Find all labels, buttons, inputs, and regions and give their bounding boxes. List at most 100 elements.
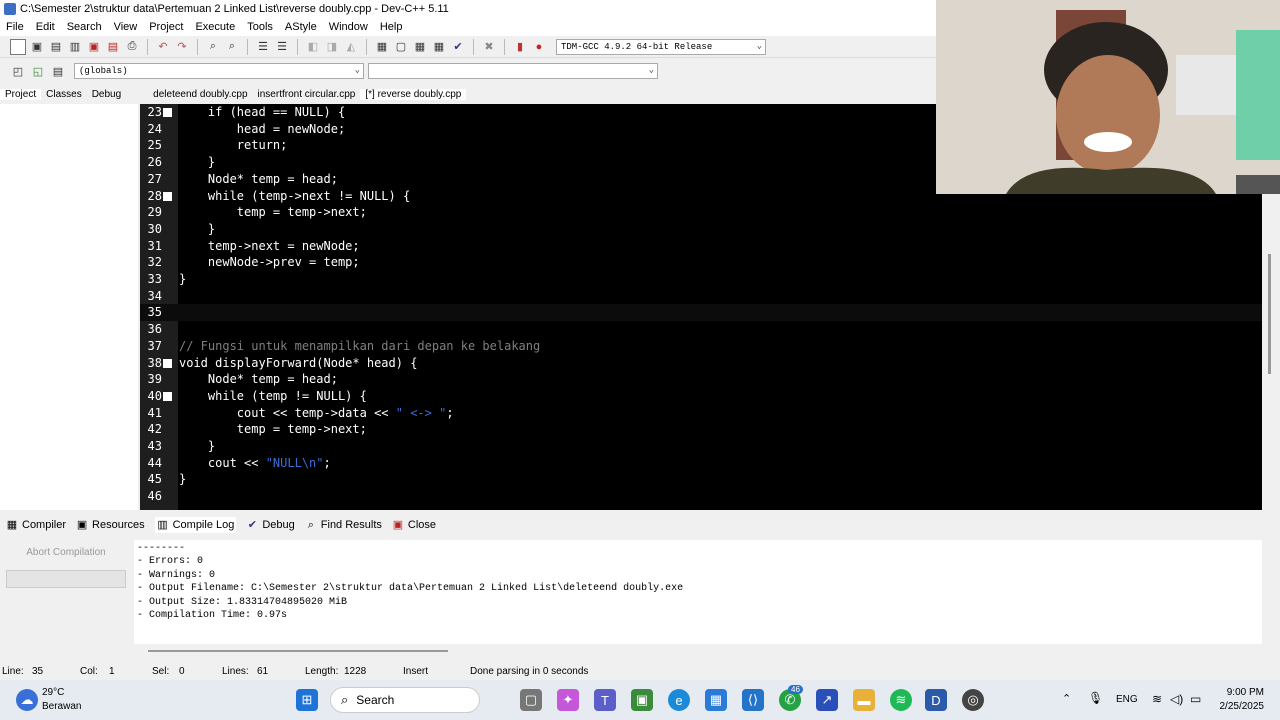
syntax-check-icon[interactable]: ✔	[450, 39, 466, 55]
spotify-icon[interactable]: ≋	[890, 689, 912, 711]
editor-scrollbar[interactable]	[1262, 194, 1280, 510]
code-line[interactable]: 44 cout << "NULL\n";	[140, 455, 1262, 472]
class-browser-icon[interactable]: ▤	[50, 63, 66, 79]
file-tab-insertfront[interactable]: insertfront circular.cpp	[253, 89, 361, 100]
code-line[interactable]: 35	[140, 304, 1262, 322]
fold-toggle-icon[interactable]	[163, 391, 172, 401]
log-horizontal-scrollbar[interactable]	[134, 646, 1262, 656]
tab-find-results[interactable]: ⌕ Find Results	[305, 519, 382, 531]
save-all-icon[interactable]: ▥	[67, 39, 83, 55]
menu-project[interactable]: Project	[143, 21, 189, 33]
code-line[interactable]: 30 }	[140, 221, 1262, 238]
code-line[interactable]: 36	[140, 321, 1262, 338]
bookmark-prev-icon[interactable]: ◧	[305, 39, 321, 55]
copilot-icon[interactable]: ✦	[557, 689, 579, 711]
code-line[interactable]: 34	[140, 288, 1262, 305]
store-icon[interactable]: ▦	[705, 689, 727, 711]
menu-search[interactable]: Search	[61, 21, 108, 33]
tab-compile-log[interactable]: ▥ Compile Log	[154, 517, 237, 533]
redo-icon[interactable]: ↷	[174, 39, 190, 55]
goto-declaration-icon[interactable]: ◰	[10, 63, 26, 79]
code-line[interactable]: 41 cout << temp->data << " <-> ";	[140, 405, 1262, 422]
fold-toggle-icon[interactable]	[163, 108, 172, 117]
fold-toggle-icon[interactable]	[163, 358, 172, 368]
tab-debug[interactable]: Debug	[87, 89, 126, 100]
tab-debug-bottom[interactable]: ✔ Debug	[246, 519, 295, 531]
menu-file[interactable]: File	[0, 21, 30, 33]
clock-date[interactable]: 2/25/2025	[1212, 701, 1265, 712]
tab-compiler[interactable]: ▦ Compiler	[6, 519, 66, 531]
goto-definition-icon[interactable]: ◱	[30, 63, 46, 79]
indent-icon[interactable]: ☰	[255, 39, 271, 55]
profile-chart-icon[interactable]: ▮	[512, 39, 528, 55]
teams-icon[interactable]: T	[594, 689, 616, 711]
scrollbar-thumb[interactable]	[1268, 254, 1271, 374]
stop-icon[interactable]: ✖	[481, 39, 497, 55]
undo-icon[interactable]: ↶	[155, 39, 171, 55]
find-icon[interactable]: ⌕	[205, 39, 221, 55]
open-file-icon[interactable]: ▣	[29, 39, 45, 55]
minecraft-icon[interactable]: ▣	[631, 689, 653, 711]
windows-start-icon[interactable]: ⊞	[296, 689, 318, 711]
compile-run-icon[interactable]: ▦	[412, 39, 428, 55]
menu-astyle[interactable]: AStyle	[279, 21, 323, 33]
chrome-icon[interactable]: ◎	[962, 689, 984, 711]
clock-time[interactable]: 9:00 PM	[1226, 687, 1264, 698]
weather-icon[interactable]: ☁	[16, 689, 38, 711]
file-tab-reverse[interactable]: [*] reverse doubly.cpp	[360, 88, 467, 100]
compiler-select[interactable]: TDM-GCC 4.9.2 64-bit Release ⌄	[556, 38, 766, 55]
menu-view[interactable]: View	[108, 21, 144, 33]
compile-icon[interactable]: ▦	[374, 39, 390, 55]
tab-classes[interactable]: Classes	[41, 89, 87, 100]
scrollbar-thumb[interactable]	[148, 650, 448, 652]
code-line[interactable]: 32 newNode->prev = temp;	[140, 254, 1262, 271]
print-icon[interactable]: ⎙	[124, 39, 140, 55]
chevron-up-icon[interactable]: ⌃	[1062, 692, 1071, 705]
code-line[interactable]: 42 temp = temp->next;	[140, 421, 1262, 438]
fold-toggle-icon[interactable]	[163, 191, 172, 201]
menu-help[interactable]: Help	[374, 21, 409, 33]
devcpp-taskbar-icon[interactable]: D	[925, 689, 947, 711]
tab-project[interactable]: Project	[0, 88, 42, 100]
abort-compilation-button[interactable]: Abort Compilation	[6, 544, 126, 562]
bookmark-next-icon[interactable]: ◨	[324, 39, 340, 55]
volume-icon[interactable]: ◁)	[1170, 692, 1183, 706]
code-line[interactable]: 38 void displayForward(Node* head) {	[140, 355, 1262, 372]
code-line[interactable]: 31 temp->next = newNode;	[140, 238, 1262, 255]
save-icon[interactable]: ▤	[48, 39, 64, 55]
wifi-icon[interactable]: ≋	[1152, 692, 1162, 706]
edge-icon[interactable]: e	[668, 689, 690, 711]
menu-tools[interactable]: Tools	[241, 21, 279, 33]
menu-edit[interactable]: Edit	[30, 21, 61, 33]
debug-bug-icon[interactable]: ●	[531, 39, 547, 55]
app-icon[interactable]: ↗	[816, 689, 838, 711]
code-line[interactable]: 46	[140, 488, 1262, 505]
language-indicator[interactable]: ENG	[1116, 694, 1138, 705]
tab-close[interactable]: ▣ Close	[392, 519, 436, 531]
unindent-icon[interactable]: ☰	[274, 39, 290, 55]
file-explorer-icon[interactable]: ▬	[853, 689, 875, 711]
menu-window[interactable]: Window	[323, 21, 374, 33]
code-line[interactable]: 43 }	[140, 438, 1262, 455]
run-icon[interactable]: ▢	[393, 39, 409, 55]
code-line[interactable]: 40 while (temp != NULL) {	[140, 388, 1262, 405]
close-all-icon[interactable]: ▤	[105, 39, 121, 55]
close-file-icon[interactable]: ▣	[86, 39, 102, 55]
file-tab-deleteend[interactable]: deleteend doubly.cpp	[148, 89, 252, 100]
vscode-icon[interactable]: ⟨⟩	[742, 689, 764, 711]
replace-icon[interactable]: ⌕	[224, 39, 240, 55]
code-line[interactable]: 33}	[140, 271, 1262, 288]
tab-resources[interactable]: ▣ Resources	[76, 519, 145, 531]
bookmark-icon[interactable]: ◭	[343, 39, 359, 55]
menu-execute[interactable]: Execute	[189, 21, 241, 33]
code-line[interactable]: 45}	[140, 471, 1262, 488]
function-select[interactable]: ⌄	[368, 63, 658, 79]
code-line[interactable]: 37 // Fungsi untuk menampilkan dari depan…	[140, 338, 1262, 355]
battery-icon[interactable]: ▭	[1190, 692, 1201, 706]
rebuild-icon[interactable]: ▦	[431, 39, 447, 55]
scope-select[interactable]: (globals) ⌄	[74, 63, 364, 79]
task-view-icon[interactable]: ▢	[520, 689, 542, 711]
code-line[interactable]: 39 Node* temp = head;	[140, 371, 1262, 388]
code-line[interactable]: 29 temp = temp->next;	[140, 204, 1262, 221]
new-file-icon[interactable]	[10, 38, 26, 55]
